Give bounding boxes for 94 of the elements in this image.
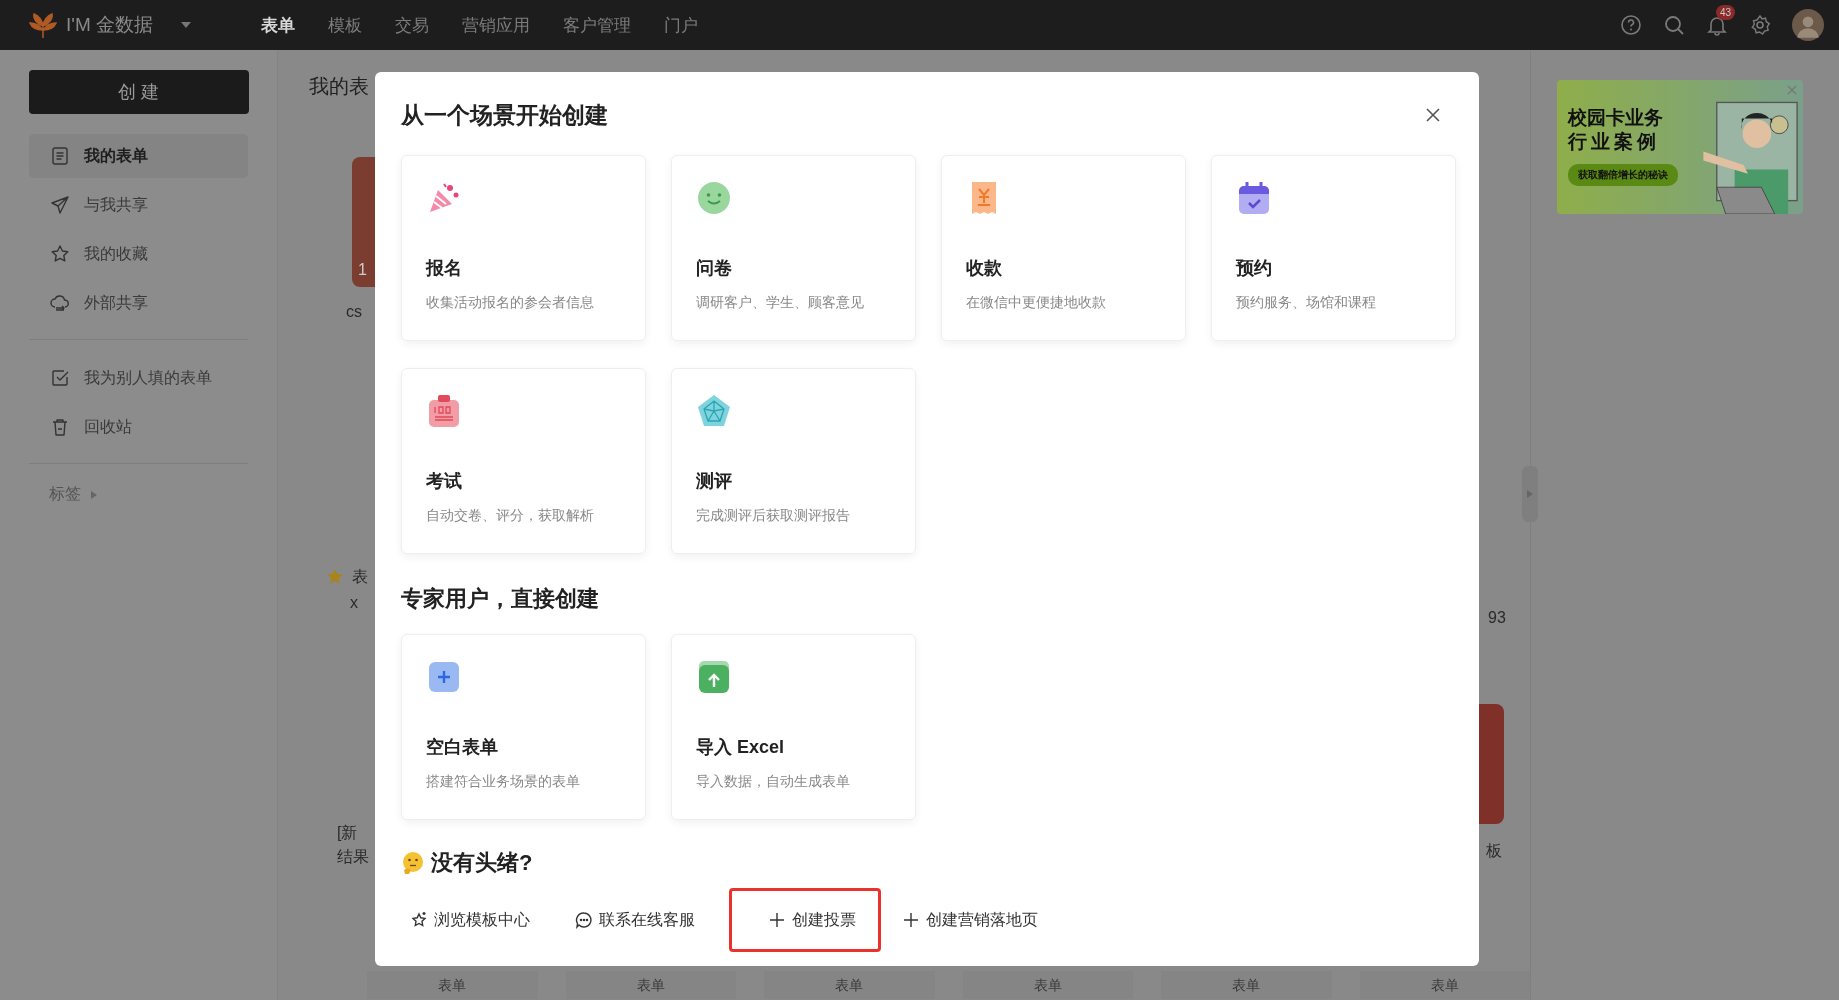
send-icon xyxy=(50,195,70,215)
ad-title: 校园卡业务 xyxy=(1568,106,1663,130)
chat-icon xyxy=(575,911,593,929)
sidebar-item[interactable]: 我的收藏 xyxy=(29,232,248,276)
page-heading: 我的表 xyxy=(309,74,369,99)
card-label: 表单 xyxy=(962,971,1133,999)
app-name: I'M 金数据 xyxy=(66,13,153,37)
card-label: 表单 xyxy=(367,971,538,999)
action-link[interactable]: 浏览模板中心 xyxy=(410,888,540,952)
cloud-icon xyxy=(50,293,70,313)
smiley-icon xyxy=(696,180,732,216)
card-description: 收集活动报名的参会者信息 xyxy=(426,294,594,312)
close-icon[interactable] xyxy=(1425,107,1441,123)
pentagon-icon xyxy=(696,393,732,429)
form-title: [新 xyxy=(337,823,358,843)
search-icon[interactable] xyxy=(1663,14,1685,36)
scenario-card[interactable]: 报名 收集活动报名的参会者信息 xyxy=(401,155,646,341)
card-label: 表单 xyxy=(565,971,736,999)
sidebar-item[interactable]: 与我共享 xyxy=(29,183,248,227)
thinking-emoji-icon xyxy=(401,851,425,875)
caret-icon[interactable] xyxy=(181,22,191,28)
calendar-icon xyxy=(1236,180,1272,216)
create-card[interactable]: 空白表单 搭建符合业务场景的表单 xyxy=(401,634,646,820)
action-link[interactable]: 联系在线客服 xyxy=(575,888,705,952)
card-description: 在微信中更便捷地收款 xyxy=(966,294,1106,312)
star-icon xyxy=(50,244,70,264)
scenario-card[interactable]: 考试 自动交卷、评分，获取解析 xyxy=(401,368,646,554)
card-description: 导入数据，自动生成表单 xyxy=(696,773,850,791)
form-thumbnail[interactable]: 1 xyxy=(352,157,375,287)
card-description: 自动交卷、评分，获取解析 xyxy=(426,507,594,525)
document-icon xyxy=(50,146,70,166)
nav-tab[interactable]: 门户 xyxy=(664,13,698,37)
scenario-card[interactable]: 预约 预约服务、场馆和课程 xyxy=(1211,155,1456,341)
card-label: 表单 xyxy=(764,971,935,999)
card-label: 表单 xyxy=(1359,971,1530,999)
scenario-card[interactable]: 收款 在微信中更便捷地收款 xyxy=(941,155,1186,341)
sparkle-star-icon xyxy=(410,911,428,929)
form-title: 板 xyxy=(1486,841,1502,861)
card-description: 搭建符合业务场景的表单 xyxy=(426,773,580,791)
settings-icon[interactable] xyxy=(1749,14,1771,36)
form-subtitle: 93 xyxy=(1488,608,1506,628)
nav-tab[interactable]: 营销应用 xyxy=(462,13,530,37)
dialog-title: 从一个场景开始创建 xyxy=(401,101,608,130)
section-title: 没有头绪? xyxy=(431,849,533,877)
nav-tab[interactable]: 客户管理 xyxy=(563,13,631,37)
sidebar-item[interactable]: 回收站 xyxy=(29,405,248,449)
sidebar-item[interactable]: 我为别人填的表单 xyxy=(29,356,248,400)
card-description: 完成测评后获取测评报告 xyxy=(696,507,850,525)
card-title: 预约 xyxy=(1236,257,1272,280)
plus-icon xyxy=(426,659,462,695)
nav-tab[interactable]: 模板 xyxy=(328,13,362,37)
create-button[interactable]: 创 建 xyxy=(29,70,249,114)
form-title: cs xyxy=(346,302,362,322)
checkbox-icon xyxy=(50,368,70,388)
action-link[interactable]: 创建营销落地页 xyxy=(902,888,1048,952)
card-title: 导入 Excel xyxy=(696,736,785,759)
bell-icon[interactable] xyxy=(1706,14,1728,36)
card-title: 考试 xyxy=(426,470,462,493)
card-title: 空白表单 xyxy=(426,736,498,759)
section-title: 专家用户，直接创建 xyxy=(401,585,600,613)
upload-icon xyxy=(696,659,732,695)
score-sheet-icon xyxy=(426,393,462,429)
ad-banner[interactable]: 校园卡业务 行业案例 获取翻倍增长的秘诀 xyxy=(1557,80,1803,214)
form-thumbnail[interactable] xyxy=(1478,704,1504,824)
sidebar-item[interactable]: 外部共享 xyxy=(29,281,248,325)
form-title: 表 xyxy=(352,567,368,587)
sidebar-item[interactable]: 我的表单 xyxy=(29,134,248,178)
trash-icon xyxy=(50,417,70,437)
plus-icon xyxy=(768,911,786,929)
logo-icon xyxy=(28,10,58,40)
nav-tab[interactable]: 交易 xyxy=(395,13,429,37)
create-card[interactable]: 导入 Excel 导入数据，自动生成表单 xyxy=(671,634,916,820)
scenario-card[interactable]: 测评 完成测评后获取测评报告 xyxy=(671,368,916,554)
ad-title: 行业案例 xyxy=(1568,130,1660,154)
card-title: 问卷 xyxy=(696,257,732,280)
notification-badge: 43 xyxy=(1716,5,1736,20)
nav-tab[interactable]: 表单 xyxy=(261,13,295,37)
card-title: 测评 xyxy=(696,470,732,493)
plus-icon xyxy=(902,911,920,929)
form-subtitle: x xyxy=(350,593,358,613)
thumbnail-number: 1 xyxy=(357,261,367,279)
card-title: 收款 xyxy=(966,257,1002,280)
star-icon[interactable] xyxy=(326,568,344,586)
scenario-card[interactable]: 问卷 调研客户、学生、顾客意见 xyxy=(671,155,916,341)
ad-button[interactable]: 获取翻倍增长的秘诀 xyxy=(1568,164,1678,186)
card-title: 报名 xyxy=(426,257,462,280)
avatar[interactable] xyxy=(1792,9,1824,41)
help-icon[interactable] xyxy=(1620,14,1642,36)
collapse-handle[interactable] xyxy=(1522,466,1538,522)
action-link[interactable]: 创建投票 xyxy=(729,888,881,952)
card-description: 调研客户、学生、顾客意见 xyxy=(696,294,864,312)
form-title: 结果 xyxy=(337,847,369,867)
card-description: 预约服务、场馆和课程 xyxy=(1236,294,1376,312)
card-label: 表单 xyxy=(1161,971,1332,999)
